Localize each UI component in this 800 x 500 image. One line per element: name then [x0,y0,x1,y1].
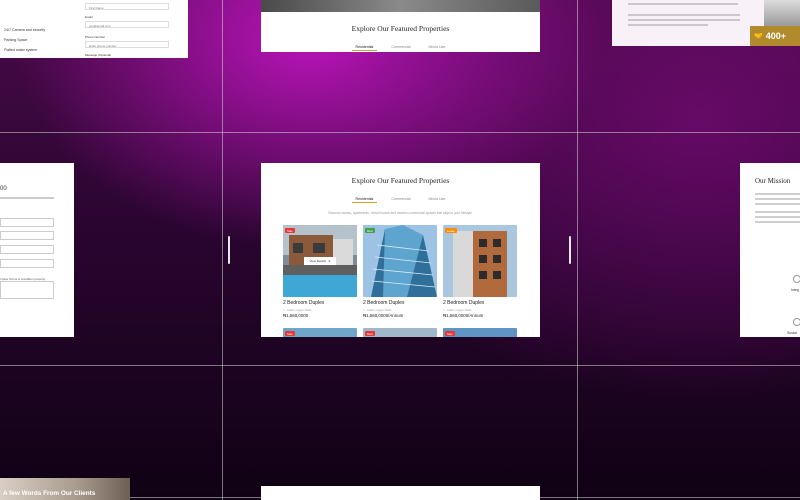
property-card[interactable]: Rent 2 Bedroom Duplex ⌾ Lekki, Lagos Sta… [363,225,437,318]
property-title[interactable]: 2 Bedroom Duplex [283,300,357,306]
message-label: Message (Optional) [85,53,112,57]
inquiry-form-card: 00 I have Terms & Condition properly [0,163,74,337]
status-badge: Lease [445,228,457,233]
form-input[interactable] [0,218,54,227]
location-pin-icon: ⌾ [283,307,285,312]
property-image[interactable]: Sale [443,328,517,337]
email-label: Email [85,15,93,19]
status-badge: Rent [365,228,375,233]
page-preview-bottom [261,486,540,500]
property-image[interactable]: Lease [443,225,517,297]
grid-line [0,365,800,366]
form-input[interactable] [0,231,54,240]
first-name-input[interactable]: First Name [85,3,169,10]
building-photo [764,0,800,26]
location-pin-icon: ⌾ [363,307,365,312]
integrity-icon [793,275,800,283]
featured-properties-preview-top: Explore Our Featured Properties Resident… [261,0,540,52]
feature-item: 24/7 Camera and security [4,28,46,32]
property-location: ⌾ Lekki, Lagos State [443,308,517,312]
message-textarea[interactable] [0,281,54,299]
tab-residential[interactable]: Residential [351,196,378,203]
tab-commercial[interactable]: Commercial [387,196,414,203]
status-badge: Rent [365,331,375,336]
tab-residential[interactable]: Residential [351,44,378,51]
grid-line [577,0,578,500]
status-badge: Sale [285,228,295,233]
location-pin-icon: ⌾ [443,307,445,312]
view-details-button[interactable]: View Details ➜ [304,257,336,265]
mission-title: Our Mission [755,177,791,185]
grid-line [0,132,800,133]
text-line [755,211,800,213]
tab-commercial[interactable]: Commercial [387,44,414,51]
text-line [755,221,800,223]
phone-input[interactable]: Enter phone number [85,41,169,48]
sustainability-icon [793,318,800,326]
property-location-text: Lekki, Lagos State [366,307,392,312]
property-location: ⌾ Lekki, Lagos State [363,308,437,312]
text-line [628,14,740,16]
status-badge: Sale [445,331,455,336]
tab-mixed-use[interactable]: Mixed Use [424,196,449,203]
resize-handle-left[interactable] [228,236,230,264]
handshake-icon: 🤝 [754,33,763,40]
property-location-text: Lekki, Lagos State [286,307,312,312]
property-tabs: Residential Commercial Mixed Use [261,196,540,203]
email-input[interactable]: you@email.com [85,21,169,28]
section-title: Explore Our Featured Properties [351,176,450,185]
property-tabs: Residential Commercial Mixed Use [261,44,540,51]
text-line [628,24,708,26]
glass-tower-photo [363,225,437,297]
property-price: ₦1,560,0000 [283,313,309,318]
view-details-label: View Details [309,259,326,263]
property-location: ⌾ Lekki, Lagos State [283,308,357,312]
property-location-text: Lekki, Lagos State [446,307,472,312]
property-card[interactable]: Sale View Details ➜ 2 Bedroom Duplex ⌾ L… [283,225,357,318]
contact-form-card: First Name Email you@email.com Phone Num… [0,0,188,58]
stat-number: 400+ [765,31,786,41]
section-title: Explore Our Featured Properties [351,24,450,33]
feature-item: Parking Space [4,38,28,42]
tab-mixed-use[interactable]: Mixed Use [424,44,449,51]
brick-building-photo [443,225,517,297]
section-description: Discover homes, apartments, rental house… [328,211,473,215]
text-line [755,216,800,218]
grid-line [222,0,223,500]
property-card[interactable]: Lease 2 Bedroom Duplex ⌾ Lekki, Lagos St… [443,225,517,318]
property-title[interactable]: 2 Bedroom Duplex [443,300,517,306]
stat-badge: 🤝 400+ [750,26,800,46]
arrow-right-icon: ➜ [327,259,331,263]
divider [0,197,54,199]
hero-photo [261,0,540,12]
about-card [612,0,764,46]
property-image[interactable]: Rent [363,328,437,337]
featured-properties-card: Explore Our Featured Properties Resident… [261,163,540,337]
text-line [755,193,800,195]
testimonials-title: A few Words From Our Clients [3,490,96,497]
property-image[interactable]: Rent [363,225,437,297]
resize-handle-right[interactable] [569,236,571,264]
property-image[interactable]: Sale View Details ➜ [283,225,357,297]
text-line [755,198,800,200]
property-price: ₦1,560,0000/Annum [443,313,484,318]
property-image[interactable]: Sale [283,328,357,337]
value-label: Sustai [787,331,797,335]
phone-label: Phone Number [85,35,106,39]
form-heading-fragment: 00 [0,186,7,192]
property-price: ₦1,560,0000/Annum [363,313,404,318]
form-input[interactable] [0,259,54,268]
form-input[interactable] [0,245,54,254]
text-line [755,203,800,205]
status-badge: Sale [285,331,295,336]
property-title[interactable]: 2 Bedroom Duplex [363,300,437,306]
value-label: Integ [791,288,799,292]
text-line [628,19,740,21]
mission-card: Our Mission Integ Sustai [740,163,800,337]
text-line [628,3,738,5]
feature-item: Flatted water system [4,48,38,52]
